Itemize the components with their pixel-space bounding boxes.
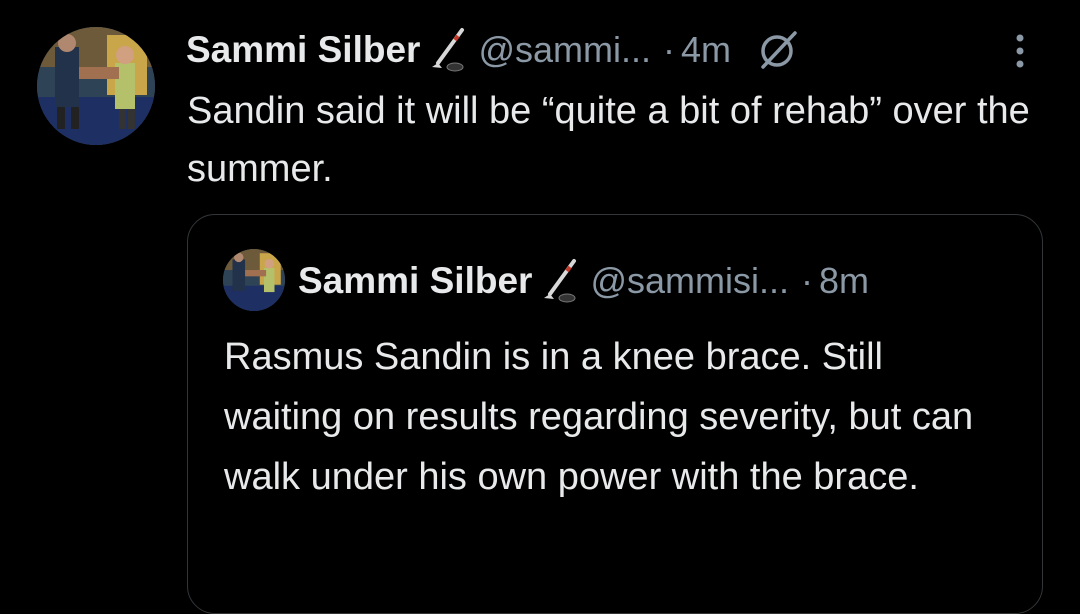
timestamp[interactable]: 4m [681,29,731,71]
quoted-tweet-card[interactable]: Sammi Silber @sammisi... · 8m Rasmus San… [187,214,1043,614]
tweet-text: Sandin said it will be “quite a bit of r… [187,90,1030,190]
edited-icon[interactable] [757,27,801,73]
author-handle[interactable]: @sammi... [478,29,651,71]
quoted-tweet-header: Sammi Silber @sammisi... · 8m [298,255,869,307]
hockey-stick-icon [540,258,580,304]
quoted-tweet-text: Rasmus Sandin is in a knee brace. Still … [224,336,974,498]
separator-dot: · [662,29,675,70]
separator-dot: · [800,260,813,301]
avatar[interactable] [37,27,155,145]
quoted-author-handle[interactable]: @sammisi... [590,260,789,302]
more-vertical-icon[interactable] [1002,30,1038,76]
quoted-avatar[interactable] [223,249,285,311]
author-name[interactable]: Sammi Silber [186,29,420,71]
quoted-timestamp[interactable]: 8m [819,260,869,302]
quoted-author-name[interactable]: Sammi Silber [298,260,532,302]
tweet-header: Sammi Silber @sammi... · 4m [186,24,801,76]
hockey-stick-icon [428,27,468,73]
